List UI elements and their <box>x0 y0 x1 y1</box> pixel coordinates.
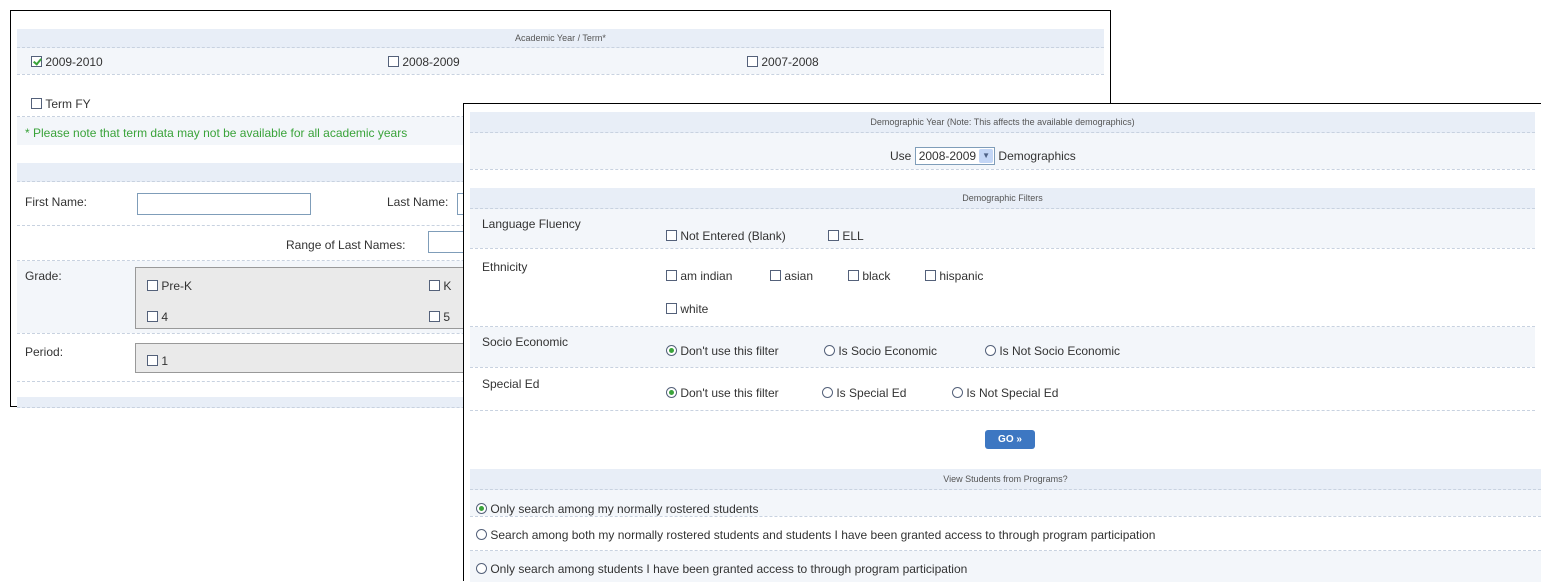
language-checkbox[interactable] <box>828 230 839 242</box>
term-data-note: * Please note that term data may not be … <box>25 126 408 140</box>
socio-option-is[interactable]: Is Socio Economic <box>824 343 937 358</box>
year-checkbox[interactable] <box>747 56 758 68</box>
special-ed-label: Special Ed <box>482 377 540 391</box>
period-checkbox[interactable] <box>147 355 158 367</box>
period-label: Period: <box>25 345 64 359</box>
range-of-last-names-label: Range of Last Names: <box>286 238 406 252</box>
academic-year-header: Academic Year / Term* <box>17 29 1104 48</box>
period-checkbox-group <box>135 343 475 373</box>
ethnicity-checkbox[interactable] <box>770 270 781 282</box>
socio-option-dont-use[interactable]: Don't use this filter <box>666 343 779 358</box>
special-ed-option-dont-use[interactable]: Don't use this filter <box>666 385 779 400</box>
demographic-year-row: Use 2008-2009 ▼ Demographics <box>890 147 1076 165</box>
ethnicity-option-hispanic[interactable]: hispanic <box>925 268 983 283</box>
grade-option-5[interactable]: 5 <box>429 309 450 324</box>
divider <box>17 74 1104 75</box>
socio-option-is-not[interactable]: Is Not Socio Economic <box>985 343 1120 358</box>
language-fluency-label: Language Fluency <box>482 217 581 231</box>
grade-option-k[interactable]: K <box>429 278 451 293</box>
divider <box>470 367 1535 368</box>
year-option-2009-2010[interactable]: 2009-2010 <box>31 54 103 69</box>
view-programs-header: View Students from Programs? <box>470 469 1541 490</box>
socio-economic-label: Socio Economic <box>482 335 569 349</box>
chevron-down-icon: ▼ <box>979 149 994 163</box>
ethnicity-checkbox[interactable] <box>666 270 677 282</box>
academic-year-band <box>17 48 1104 74</box>
demographic-filters-panel: Demographic Year (Note: This affects the… <box>463 103 1541 582</box>
divider <box>470 248 1535 249</box>
divider <box>470 169 1535 170</box>
divider <box>470 410 1535 411</box>
last-name-label: Last Name: <box>387 195 449 209</box>
grade-checkbox[interactable] <box>429 280 440 292</box>
programs-radio[interactable] <box>476 529 487 541</box>
grade-checkbox-group <box>135 267 475 329</box>
ethnicity-option-black[interactable]: black <box>848 268 890 283</box>
special-ed-radio[interactable] <box>666 387 677 399</box>
ethnicity-checkbox[interactable] <box>925 270 936 282</box>
demographic-year-header: Demographic Year (Note: This affects the… <box>470 112 1535 133</box>
ethnicity-option-white[interactable]: white <box>666 301 708 316</box>
ethnicity-checkbox[interactable] <box>848 270 859 282</box>
year-checkbox[interactable] <box>388 56 399 68</box>
programs-radio[interactable] <box>476 503 487 515</box>
ethnicity-option-asian[interactable]: asian <box>770 268 813 283</box>
special-ed-radio[interactable] <box>822 387 833 399</box>
language-band <box>470 209 1535 248</box>
demographic-filters-header: Demographic Filters <box>470 188 1535 209</box>
range-last-names-input[interactable] <box>428 231 468 253</box>
special-ed-option-is-not[interactable]: Is Not Special Ed <box>952 385 1058 400</box>
programs-option-normal[interactable]: Only search among my normally rostered s… <box>476 501 758 516</box>
programs-radio[interactable] <box>476 563 487 575</box>
period-option-1[interactable]: 1 <box>147 353 168 368</box>
special-ed-option-is[interactable]: Is Special Ed <box>822 385 906 400</box>
first-name-label: First Name: <box>25 195 88 209</box>
language-option-not-entered[interactable]: Not Entered (Blank) <box>666 228 786 243</box>
socio-radio[interactable] <box>666 345 677 357</box>
year-checkbox[interactable] <box>31 56 42 68</box>
ethnicity-option-am-indian[interactable]: am indian <box>666 268 732 283</box>
term-fy-option[interactable]: Term FY <box>31 96 91 111</box>
year-option-2008-2009[interactable]: 2008-2009 <box>388 54 460 69</box>
ethnicity-label: Ethnicity <box>482 260 528 274</box>
programs-option-both[interactable]: Search among both my normally rostered s… <box>476 527 1155 542</box>
first-name-input[interactable] <box>137 193 311 215</box>
go-button[interactable]: GO » <box>985 430 1035 449</box>
language-checkbox[interactable] <box>666 230 677 242</box>
double-chevron-right-icon: » <box>1016 434 1022 445</box>
ethnicity-checkbox[interactable] <box>666 303 677 315</box>
socio-radio[interactable] <box>985 345 996 357</box>
divider <box>470 516 1541 517</box>
grade-checkbox[interactable] <box>147 311 158 323</box>
grade-checkbox[interactable] <box>147 280 158 292</box>
term-checkbox[interactable] <box>31 98 42 110</box>
year-option-2007-2008[interactable]: 2007-2008 <box>747 54 819 69</box>
grade-option-4[interactable]: 4 <box>147 309 168 324</box>
grade-option-pre-k[interactable]: Pre-K <box>147 278 192 293</box>
special-ed-radio[interactable] <box>952 387 963 399</box>
programs-option-program-only[interactable]: Only search among students I have been g… <box>476 561 967 576</box>
grade-label: Grade: <box>25 269 62 283</box>
socio-radio[interactable] <box>824 345 835 357</box>
demographic-year-select[interactable]: 2008-2009 ▼ <box>914 147 996 165</box>
grade-checkbox[interactable] <box>429 311 440 323</box>
language-option-ell[interactable]: ELL <box>828 228 864 243</box>
